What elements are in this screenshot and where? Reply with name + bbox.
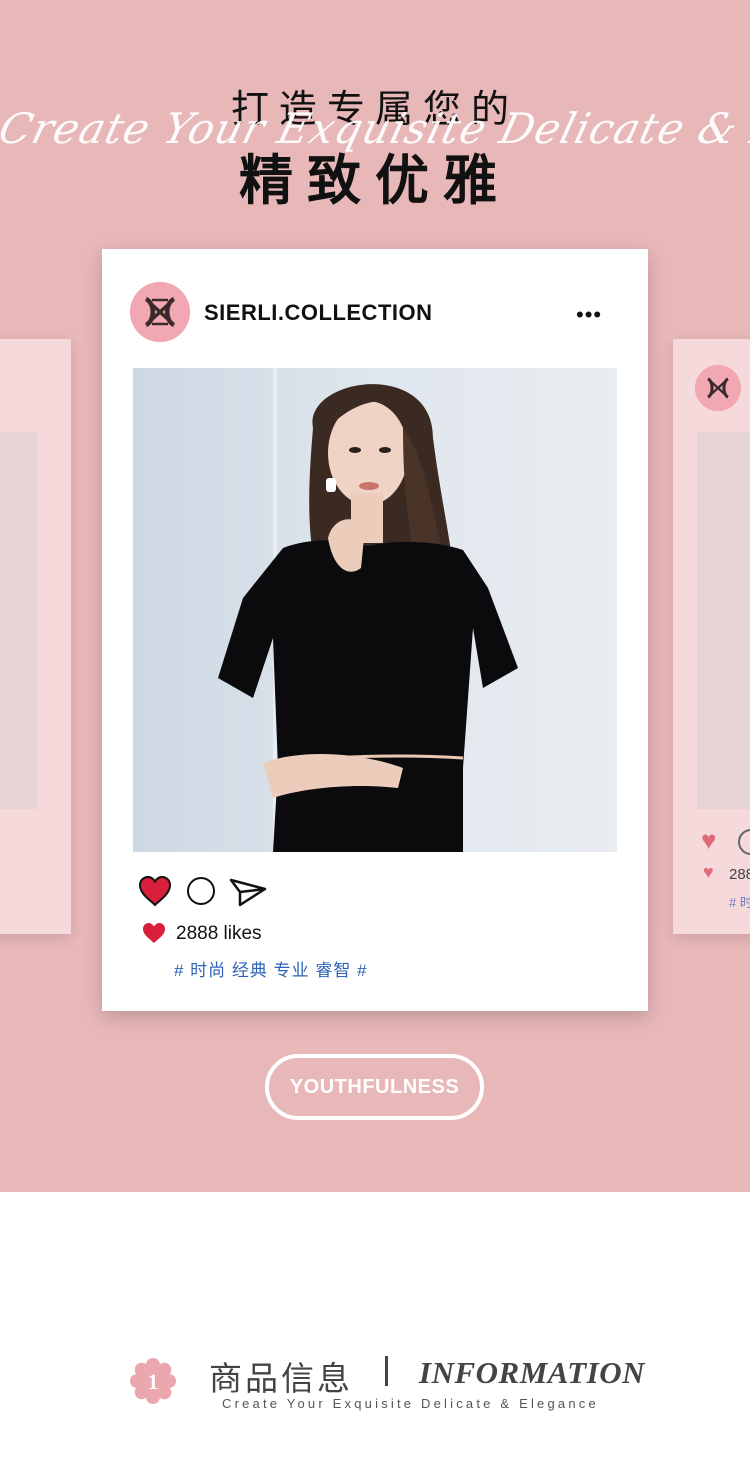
product-photo xyxy=(133,368,617,852)
side-card-right-photo xyxy=(697,432,750,809)
brand-logo-avatar[interactable] xyxy=(130,282,190,342)
side-card-avatar-icon xyxy=(695,365,741,411)
hashtags[interactable]: # 时尚 经典 专业 睿智 # xyxy=(174,956,368,981)
side-card-tag: # 时 xyxy=(729,895,750,910)
comment-icon[interactable] xyxy=(187,877,215,905)
youthfulness-button[interactable]: YOUTHFULNESS xyxy=(265,1054,484,1120)
section-subtitle: Create Your Exquisite Delicate & Eleganc… xyxy=(222,1396,599,1411)
script-overlay-text: Create Your Exquisite Delicate & Eleganc… xyxy=(0,104,750,153)
badge-number: 1 xyxy=(148,1369,159,1394)
side-card-likes: 288 xyxy=(729,866,750,883)
more-options-icon[interactable]: ••• xyxy=(576,302,602,328)
side-card-right: ♥ ♥ 288 # 时 xyxy=(673,339,750,934)
share-send-icon[interactable] xyxy=(228,876,268,908)
account-name[interactable]: SIERLI.COLLECTION xyxy=(204,300,433,326)
like-heart-icon[interactable] xyxy=(138,875,172,907)
section-title-en: INFORMATION xyxy=(419,1355,645,1390)
likes-heart-icon xyxy=(143,923,165,943)
brand-logo-icon xyxy=(130,282,190,342)
side-card-heart-icon: ♥ xyxy=(701,825,717,855)
likes-count: 2888 likes xyxy=(176,923,262,944)
section-title-cn: 商品信息 xyxy=(209,1359,353,1398)
side-card-comment-icon xyxy=(738,829,750,855)
section-divider xyxy=(385,1356,388,1386)
side-card-like-icon: ♥ xyxy=(703,862,714,882)
model-illustration xyxy=(133,368,617,852)
hero-banner: 打造专属您的 Create Your Exquisite Delicate & … xyxy=(0,0,750,1192)
side-card-left xyxy=(0,339,71,934)
section-number-badge: 1 xyxy=(130,1358,176,1404)
post-card: SIERLI.COLLECTION ••• 2888 likes # 时尚 经典… xyxy=(102,249,648,1011)
side-card-left-photo xyxy=(0,432,37,809)
